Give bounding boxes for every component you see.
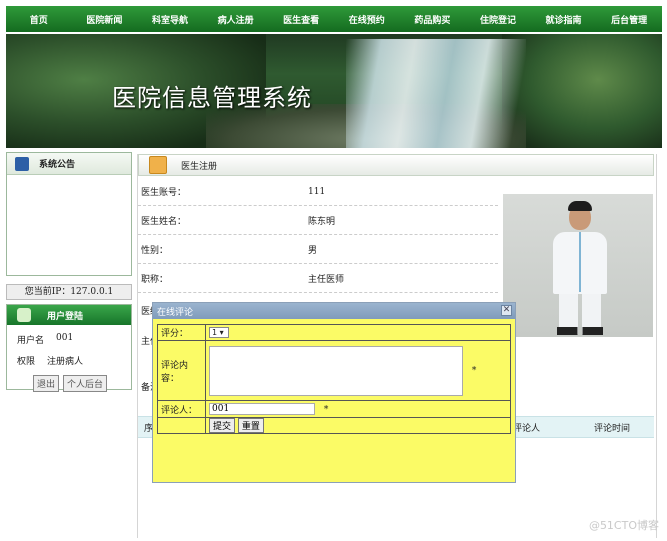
login-role-row: 权限 注册病人 <box>7 346 131 367</box>
notice-header: 系统公告 <box>7 153 131 175</box>
col-author: 评论人 <box>513 423 541 434</box>
buttons-spacer <box>157 417 206 434</box>
notice-icon <box>15 156 29 171</box>
doctor-account-value: 111 <box>308 186 326 197</box>
detail-row: 医生账号： 111 <box>138 178 498 206</box>
banner: 医院信息管理系统 <box>6 34 662 148</box>
score-cell: 1 ▾ <box>205 324 511 341</box>
author-cell: * <box>205 400 511 418</box>
login-panel: 用户登陆 用户名 001 权限 注册病人 退出 个人后台 <box>6 304 132 392</box>
login-title: 用户登陆 <box>47 311 84 322</box>
ip-display: 您当前IP：127.0.0.1 <box>6 284 132 300</box>
nav-item-departments[interactable]: 科室导航 <box>137 13 203 26</box>
nav-item-appointment[interactable]: 在线预约 <box>334 13 400 26</box>
photo-shoes <box>557 327 603 335</box>
role-value: 注册病人 <box>47 357 84 367</box>
doctor-photo <box>503 194 653 337</box>
score-label: 评分： <box>157 324 206 341</box>
detail-row: 职称： 主任医师 <box>138 265 498 293</box>
banner-title: 医院信息管理系统 <box>112 84 312 112</box>
nav-item-guide[interactable]: 就诊指南 <box>531 13 597 26</box>
personal-backend-button[interactable]: 个人后台 <box>63 375 108 392</box>
author-input[interactable] <box>209 403 315 415</box>
score-select[interactable]: 1 ▾ <box>209 327 229 338</box>
submit-button[interactable]: 提交 <box>209 418 236 433</box>
content-label: 评论内容： <box>157 340 206 401</box>
detail-row: 性别： 男 <box>138 236 498 264</box>
nav-item-news[interactable]: 医院新闻 <box>72 13 138 26</box>
author-label: 评论人： <box>157 400 206 418</box>
buttons-cell: 提交 重置 <box>205 417 511 434</box>
comment-form: 评分： 1 ▾ 评论内容： * 评论人： * 提交 重置 <box>157 324 511 434</box>
watermark: @51CTO博客 <box>588 519 659 532</box>
photo-coat-trim <box>579 232 581 292</box>
nav-item-medicine[interactable]: 药品购买 <box>400 13 466 26</box>
photo-hair <box>568 201 592 211</box>
doctor-name-value: 陈东明 <box>308 217 336 227</box>
banner-trees-right <box>502 34 662 148</box>
nav-item-inpatient[interactable]: 住院登记 <box>465 13 531 26</box>
dialog-titlebar[interactable]: 在线评论 ✕ <box>153 303 515 319</box>
username-value: 001 <box>56 333 74 343</box>
notice-panel: 系统公告 <box>6 152 132 276</box>
top-nav: 首页 医院新闻 科室导航 病人注册 医生查看 在线预约 药品购买 住院登记 就诊… <box>6 6 662 32</box>
nav-item-patient-register[interactable]: 病人注册 <box>203 13 269 26</box>
gender-label: 性别： <box>141 246 169 256</box>
main-title: 医生注册 <box>181 161 218 172</box>
required-mark: * <box>323 404 329 415</box>
doctor-name-label: 医生姓名： <box>141 217 187 227</box>
nav-item-home[interactable]: 首页 <box>6 13 72 26</box>
nav-item-doctors[interactable]: 医生查看 <box>268 13 334 26</box>
doctor-icon <box>149 156 167 174</box>
score-value: 1 <box>212 328 218 337</box>
logout-button[interactable]: 退出 <box>33 375 60 392</box>
dialog-title: 在线评论 <box>157 307 194 318</box>
gender-value: 男 <box>308 246 318 256</box>
nav-item-admin[interactable]: 后台管理 <box>596 13 662 26</box>
content-textarea[interactable] <box>209 345 463 396</box>
reset-button[interactable]: 重置 <box>237 418 264 433</box>
main-header: 医生注册 <box>138 154 654 176</box>
doctor-account-label: 医生账号： <box>141 188 187 198</box>
user-icon <box>17 308 31 322</box>
close-icon[interactable]: ✕ <box>501 305 512 316</box>
login-user-row: 用户名 001 <box>7 325 131 346</box>
title-value: 主任医师 <box>308 275 345 285</box>
role-label: 权限 <box>17 357 36 367</box>
detail-row: 医生姓名： 陈东明 <box>138 207 498 235</box>
login-header: 用户登陆 <box>7 305 131 325</box>
banner-waterfall <box>346 39 526 148</box>
notice-title: 系统公告 <box>39 160 76 170</box>
comment-dialog: 在线评论 ✕ 评分： 1 ▾ 评论内容： * 评论人： * 提 <box>152 302 516 483</box>
login-buttons: 退出 个人后台 <box>7 367 131 392</box>
content-cell: * <box>205 340 511 401</box>
username-label: 用户名 <box>17 336 45 346</box>
required-mark: * <box>471 366 477 376</box>
col-time: 评论时间 <box>594 423 631 434</box>
title-label: 职称： <box>141 275 169 285</box>
